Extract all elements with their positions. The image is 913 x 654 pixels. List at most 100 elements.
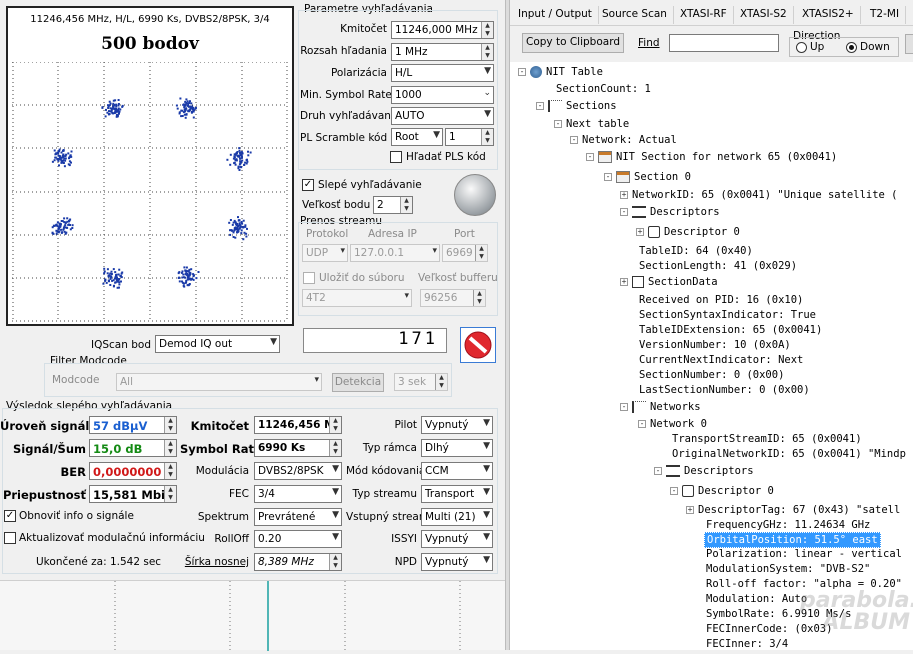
pointsize-spin[interactable]: ▲ ▼	[400, 197, 412, 213]
port-spin[interactable]: ▲ ▼	[475, 245, 487, 261]
tree-node[interactable]: SectionNumber: 0 (0x00)	[639, 369, 784, 381]
constellation-point	[54, 153, 57, 156]
stop-button[interactable]	[460, 327, 496, 363]
sec-spin[interactable]: ▲ ▼	[435, 374, 447, 390]
pls-mode-select[interactable]: Root ▼	[391, 128, 443, 146]
pilot-select[interactable]: Vypnutý ▼	[421, 416, 493, 434]
tree-node[interactable]: FECInner: 3/4	[706, 638, 788, 650]
tree-node[interactable]: - Section 0	[604, 171, 691, 183]
tab-t2-mi[interactable]: T2-MI	[864, 6, 907, 24]
input-select[interactable]: Multi (21) ▼	[421, 508, 493, 526]
mod-select[interactable]: DVBS2/8PSK ▼	[254, 462, 342, 480]
range-input[interactable]: 1 MHz ▲ ▼	[391, 43, 494, 61]
tab-source-scan[interactable]: Source Scan	[596, 6, 674, 24]
pol-select[interactable]: H/L ▼	[391, 64, 494, 82]
constellation-point	[240, 156, 243, 159]
snr-spin[interactable]: ▲ ▼	[164, 440, 176, 456]
tree-node[interactable]: TableIDExtension: 65 (0x0041)	[639, 324, 822, 336]
copy-button[interactable]: Copy to Clipboard	[522, 33, 624, 53]
tree-node[interactable]: SectionLength: 41 (0x029)	[639, 260, 797, 272]
scan-logo-icon[interactable]	[454, 174, 496, 216]
tree-node[interactable]: Received on PID: 16 (0x10)	[639, 294, 803, 306]
tree-node[interactable]: - Network 0	[638, 418, 707, 430]
iq-select[interactable]: Demod IQ out ▼	[155, 335, 280, 353]
tab-xtasis2plus[interactable]: XTASIS2+	[796, 6, 861, 24]
tree-node[interactable]: + NetworkID: 65 (0x0041) "Unique satellit…	[620, 189, 898, 201]
freq-input[interactable]: 11246,000 MHz ▲ ▼	[391, 21, 494, 39]
tree-node[interactable]: Modulation: Auto	[706, 593, 807, 605]
tree-node[interactable]: - Descriptor 0	[670, 485, 774, 497]
freq-spin[interactable]: ▲ ▼	[481, 22, 493, 38]
frame-select[interactable]: Dlhý ▼	[421, 439, 493, 457]
constellation-point	[68, 160, 71, 163]
protocol-select[interactable]: UDP ▾	[302, 244, 348, 262]
tree-node[interactable]: LastSectionNumber: 0 (0x00)	[639, 384, 810, 396]
modcode-select[interactable]: All ▾	[116, 373, 322, 391]
tree-node[interactable]: - Network: Actual	[570, 134, 677, 146]
tree-node[interactable]: TransportStreamID: 65 (0x0041)	[672, 433, 862, 445]
range-spin[interactable]: ▲ ▼	[481, 44, 493, 60]
tree-node[interactable]: SectionSyntaxIndicator: True	[639, 309, 816, 321]
modupd-checkbox[interactable]	[4, 532, 16, 544]
npd-select[interactable]: Vypnutý ▼	[421, 553, 493, 571]
tree-node-selected[interactable]: OrbitalPosition: 51.5° east	[704, 532, 881, 548]
tree-node[interactable]: - Descriptors	[620, 206, 720, 218]
spectrum-select[interactable]: Prevrátené ▼	[254, 508, 342, 526]
tree-node[interactable]: ModulationSystem: "DVB-S2"	[706, 563, 870, 575]
save-file-checkbox[interactable]	[303, 272, 315, 284]
tree-node[interactable]: - Next table	[554, 118, 629, 130]
streamtype-select[interactable]: Transport ▼	[421, 485, 493, 503]
tree-node[interactable]: - Networks	[620, 401, 701, 413]
buffer-spin[interactable]: ▲ ▼	[473, 290, 485, 306]
constellation-point	[114, 271, 117, 274]
tree-node[interactable]: - Sections	[536, 100, 617, 112]
up-radio[interactable]	[796, 42, 807, 53]
coding-select[interactable]: CCM ▼	[421, 462, 493, 480]
update-checkbox[interactable]: ✓	[4, 510, 16, 522]
ip-select[interactable]: 127.0.0.1 ▾	[350, 244, 440, 262]
sr-spin[interactable]: ▲ ▼	[329, 440, 341, 456]
blind-search-checkbox[interactable]: ✓	[302, 179, 314, 191]
pls-search-checkbox[interactable]	[390, 151, 402, 163]
tree-node[interactable]: TableID: 64 (0x40)	[639, 245, 753, 257]
fec-select[interactable]: 3/4 ▼	[254, 485, 342, 503]
tree-node[interactable]: + SectionData	[620, 276, 718, 288]
tree-node[interactable]: + Descriptor 0	[636, 226, 740, 238]
port-input[interactable]: 6969 ▲ ▼	[442, 244, 488, 262]
level-spin[interactable]: ▲ ▼	[164, 417, 176, 433]
minsr-select[interactable]: 1000 ⌄	[391, 86, 494, 104]
tree-node[interactable]: - NIT Section for network 65 (0x0041)	[586, 151, 837, 163]
bw-spin[interactable]: ▲ ▼	[329, 554, 341, 570]
tree-node[interactable]: - NIT Table	[518, 66, 603, 78]
extra-button[interactable]	[905, 34, 913, 54]
tree-node[interactable]: OriginalNetworkID: 65 (0x0041) "Mindp	[672, 448, 906, 460]
pls-value-input[interactable]: 1 ▲ ▼	[445, 128, 494, 146]
sec-input[interactable]: 3 sek ▲ ▼	[394, 373, 448, 391]
rfreq-spin[interactable]: ▲ ▼	[329, 417, 341, 433]
pointsize-input[interactable]: 2 ▲ ▼	[373, 196, 413, 214]
tree-node[interactable]: + DescriptorTag: 67 (0x43) "satell	[686, 504, 900, 516]
tab-xtasi-s2[interactable]: XTASI-S2	[734, 6, 794, 24]
ber-spin[interactable]: ▲ ▼	[164, 463, 176, 479]
file-select[interactable]: 4T2 ▾	[302, 289, 412, 307]
constellation-point	[238, 169, 241, 171]
tab-input-output[interactable]: Input / Output	[512, 6, 599, 24]
detect-button[interactable]: Detekcia	[332, 373, 384, 392]
tree-node[interactable]: CurrentNextIndicator: Next	[639, 354, 803, 366]
constellation-point	[69, 228, 72, 231]
tree-node[interactable]: Polarization: linear - vertical	[706, 548, 902, 560]
constellation-point	[237, 224, 240, 227]
throughput-spin[interactable]: ▲ ▼	[164, 486, 176, 502]
issyi-select[interactable]: Vypnutý ▼	[421, 530, 493, 548]
tree-node[interactable]: VersionNumber: 10 (0x0A)	[639, 339, 791, 351]
tree-node[interactable]: SectionCount: 1	[556, 83, 651, 95]
down-radio[interactable]	[846, 42, 857, 53]
tab-xtasi-rf[interactable]: XTASI-RF	[674, 6, 734, 24]
buffer-input[interactable]: 96256 ▲ ▼	[420, 289, 486, 307]
rolloff-select[interactable]: 0.20 ▼	[254, 530, 342, 548]
tree-node[interactable]: FrequencyGHz: 11.24634 GHz	[706, 519, 870, 531]
pls-spin[interactable]: ▲ ▼	[481, 129, 493, 145]
type-select[interactable]: AUTO ▼	[391, 107, 494, 125]
find-input[interactable]	[669, 34, 779, 52]
tree-node[interactable]: - Descriptors	[654, 465, 754, 477]
